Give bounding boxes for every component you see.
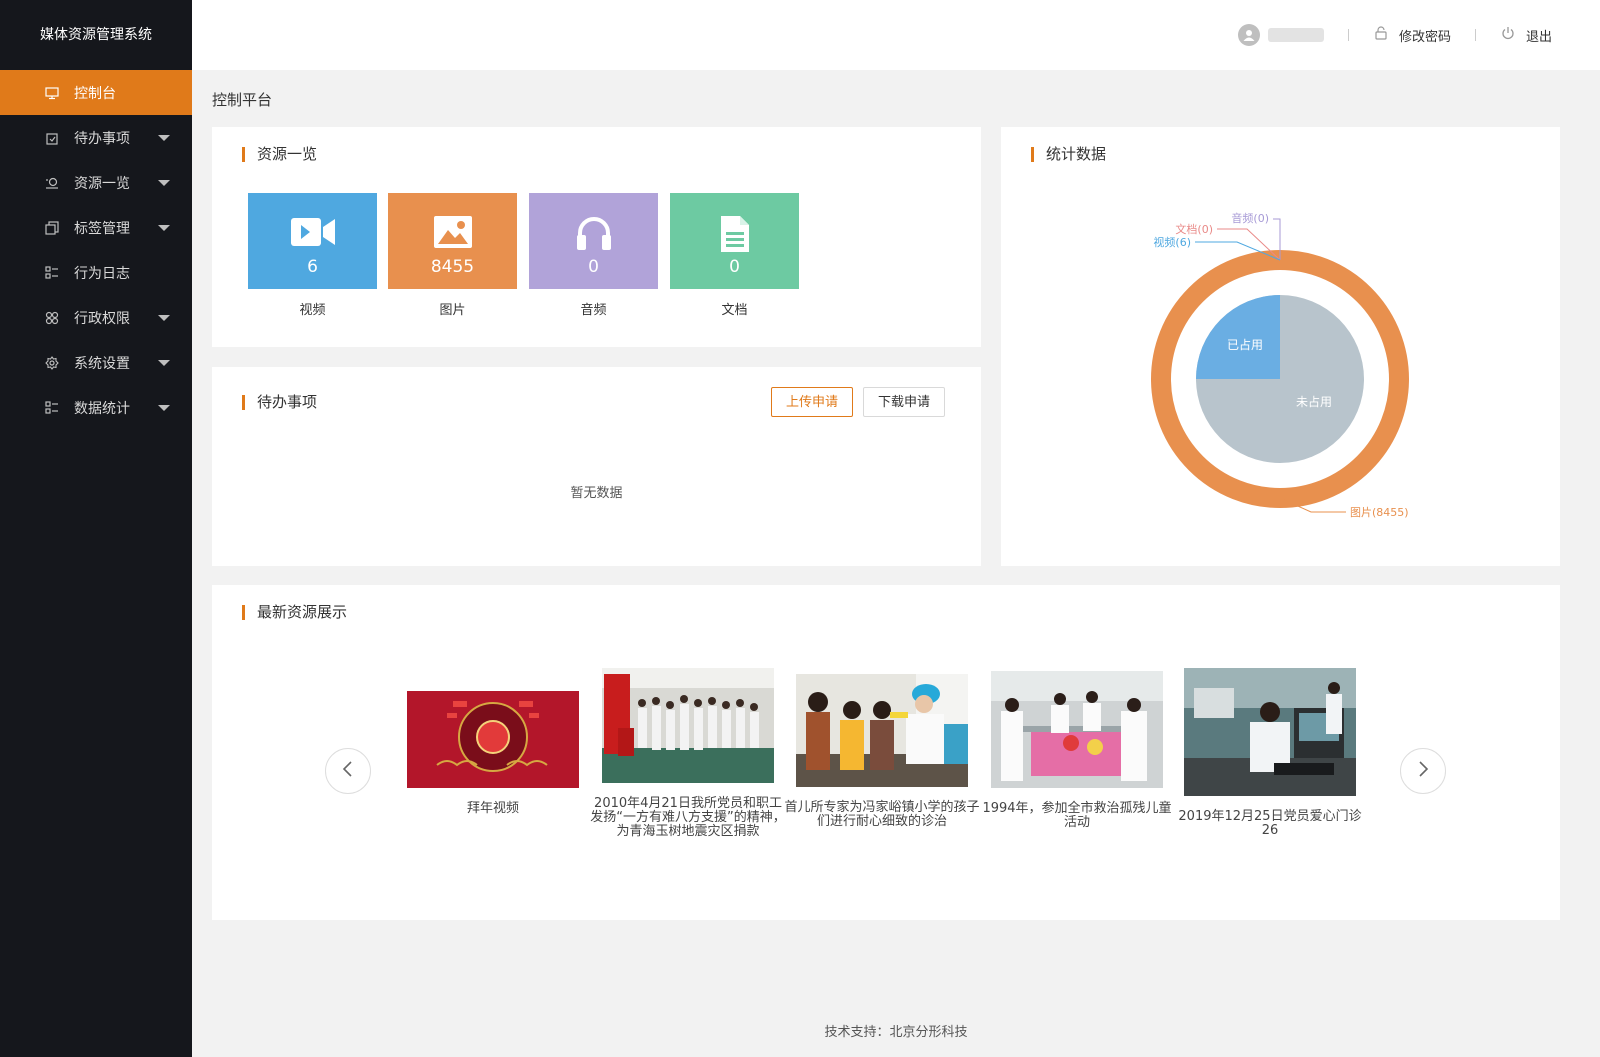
chevron-down-icon — [158, 405, 170, 411]
sidebar-item-tags[interactable]: 标签管理 — [0, 205, 192, 250]
monitor-icon — [44, 85, 60, 101]
chevron-down-icon — [158, 135, 170, 141]
latest-card-title: 最新资源展示 — [242, 605, 347, 620]
todo-card-title: 待办事项 — [242, 395, 317, 410]
stats-card: 统计数据 音频(0) 文档(0) 视频(6) 图片(8455) 已占用 未占用 — [1001, 127, 1560, 566]
sidebar-item-logs[interactable]: 行为日志 — [0, 250, 192, 295]
chevron-left-icon — [341, 760, 355, 782]
resource-caption: 拜年视频 — [466, 801, 519, 816]
video-series-label: 视频(6) — [1153, 235, 1191, 249]
clinic-photo-thumbnail — [1184, 668, 1356, 796]
sidebar-item-label: 待办事项 — [74, 130, 130, 147]
resource-thumb[interactable]: 拜年视频 — [407, 691, 579, 816]
resource-thumb[interactable]: 2019年12月25日党员爱心门诊26 — [1172, 668, 1368, 838]
power-icon — [1500, 25, 1516, 45]
chevron-down-icon — [158, 180, 170, 186]
sidebar-item-label: 控制台 — [74, 85, 116, 102]
sidebar-item-todo[interactable]: 待办事项 — [0, 115, 192, 160]
resources-card: 资源一览 6 视频 8455 图片 0 音频 0 文档 — [212, 127, 981, 347]
unused-slice-label: 未占用 — [1296, 394, 1332, 409]
donation-photo-thumbnail — [602, 668, 774, 783]
video-count: 6 — [307, 257, 318, 277]
audio-tile[interactable]: 0 — [529, 193, 658, 289]
image-tile[interactable]: 8455 — [388, 193, 517, 289]
used-slice-label: 已占用 — [1227, 337, 1263, 352]
sidebar-item-label: 标签管理 — [74, 220, 130, 237]
sidebar: 媒体资源管理系统 控制台 待办事项 资源一览 标签管理 行为日志 行政权限 系统… — [0, 0, 192, 1057]
avatar[interactable] — [1237, 24, 1260, 46]
change-password-link[interactable]: 修改密码 — [1373, 25, 1451, 45]
inner-pie-used-slice — [1196, 295, 1280, 379]
resources-card-title: 资源一览 — [242, 147, 317, 162]
page-title: 控制平台 — [212, 91, 273, 109]
footer-credit: 技术支持：北京分形科技 — [824, 1025, 968, 1040]
sidebar-item-permissions[interactable]: 行政权限 — [0, 295, 192, 340]
latest-resources-card: 最新资源展示 拜年视频 2010年4月21日我所党员和职工发扬“一方有难八方支援… — [212, 585, 1560, 920]
todo-card: 待办事项 上传申请 下载申请 暂无数据 — [212, 367, 981, 566]
resource-caption: 2019年12月25日党员爱心门诊26 — [1178, 809, 1362, 838]
resource-search-icon — [44, 175, 60, 191]
chevron-down-icon — [158, 315, 170, 321]
tag-copy-icon — [44, 220, 60, 236]
sidebar-item-label: 行为日志 — [74, 265, 130, 282]
resource-thumb[interactable]: 首儿所专家为冯家峪镇小学的孩子们进行耐心细致的诊治 — [784, 674, 980, 829]
header-divider — [1474, 29, 1476, 41]
log-list-icon — [44, 265, 60, 281]
todo-icon — [44, 130, 60, 146]
doctor-exam-photo-thumbnail — [796, 674, 968, 787]
stats-list-icon — [44, 400, 60, 416]
change-password-label: 修改密码 — [1398, 29, 1451, 45]
image-series-label: 图片(8455) — [1350, 506, 1409, 519]
document-series-label: 文档(0) — [1175, 222, 1213, 236]
resource-caption: 2010年4月21日我所党员和职工发扬“一方有难八方支援”的精神，为青海玉树地震… — [590, 796, 786, 839]
username-redacted[interactable] — [1267, 28, 1324, 42]
header-divider — [1347, 29, 1349, 41]
video-tile[interactable]: 6 — [248, 193, 377, 289]
document-tile[interactable]: 0 — [670, 193, 799, 289]
stats-donut-chart: 音频(0) 文档(0) 视频(6) 图片(8455) 已占用 未占用 — [1151, 211, 1409, 519]
video-camera-icon — [248, 215, 377, 251]
headphones-icon — [529, 215, 658, 251]
top-header: 修改密码 退出 — [192, 0, 1600, 70]
resource-thumb[interactable]: 1994年，参加全市救治孤残儿童活动 — [979, 671, 1175, 830]
carousel-next-button[interactable] — [1400, 748, 1446, 794]
chevron-down-icon — [158, 225, 170, 231]
resource-caption: 1994年，参加全市救治孤残儿童活动 — [982, 801, 1172, 830]
document-icon — [670, 215, 799, 252]
orphan-care-photo-thumbnail — [991, 671, 1163, 788]
gear-icon — [44, 355, 60, 371]
image-count: 8455 — [430, 257, 475, 277]
empty-state-text: 暂无数据 — [570, 486, 623, 501]
carousel-prev-button[interactable] — [325, 748, 371, 794]
audio-count: 0 — [588, 257, 599, 277]
sidebar-item-settings[interactable]: 系统设置 — [0, 340, 192, 385]
chevron-down-icon — [158, 360, 170, 366]
new-year-video-thumbnail — [407, 691, 579, 788]
image-label: 图片 — [439, 303, 466, 318]
video-label: 视频 — [299, 303, 326, 318]
image-icon — [388, 215, 517, 251]
sidebar-item-label: 资源一览 — [74, 175, 130, 192]
chevron-right-icon — [1416, 760, 1430, 782]
audio-label: 音频 — [580, 303, 607, 318]
app-title: 媒体资源管理系统 — [40, 27, 152, 43]
logout-link[interactable]: 退出 — [1500, 25, 1552, 45]
sidebar-item-label: 行政权限 — [74, 310, 130, 327]
document-count: 0 — [729, 257, 740, 277]
resource-caption: 首儿所专家为冯家峪镇小学的孩子们进行耐心细致的诊治 — [784, 800, 980, 829]
resource-thumb[interactable]: 2010年4月21日我所党员和职工发扬“一方有难八方支援”的精神，为青海玉树地震… — [590, 668, 786, 839]
download-request-tab[interactable]: 下载申请 — [863, 387, 946, 417]
upload-request-tab[interactable]: 上传申请 — [771, 387, 854, 417]
sidebar-item-label: 系统设置 — [74, 355, 130, 372]
sidebar-item-resources[interactable]: 资源一览 — [0, 160, 192, 205]
sidebar-item-label: 数据统计 — [74, 400, 130, 417]
sidebar-item-console[interactable]: 控制台 — [0, 70, 192, 115]
audio-series-label: 音频(0) — [1231, 211, 1269, 225]
logout-label: 退出 — [1525, 29, 1552, 45]
sidebar-item-statistics[interactable]: 数据统计 — [0, 385, 192, 430]
document-label: 文档 — [721, 303, 748, 318]
lock-icon — [1373, 25, 1389, 45]
permission-grid-icon — [44, 310, 60, 326]
